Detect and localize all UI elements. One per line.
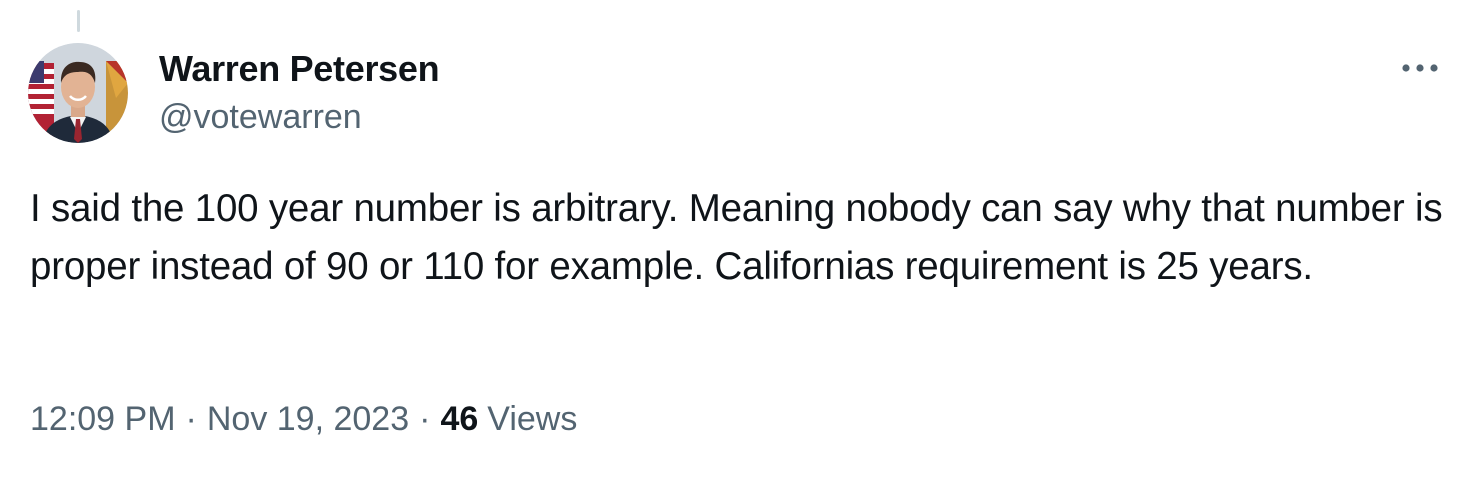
more-horizontal-icon (1402, 64, 1438, 72)
profile-photo (28, 43, 128, 143)
more-options-button[interactable] (1395, 56, 1445, 80)
separator-dot: · (419, 400, 431, 438)
author-name[interactable]: Warren Petersen (159, 48, 440, 90)
tweet-date[interactable]: Nov 19, 2023 (207, 400, 409, 439)
views-count: 46 (440, 400, 479, 438)
views-label: Views (487, 400, 578, 438)
separator-dot: · (185, 400, 197, 438)
tweet-text: I said the 100 year number is arbitrary.… (30, 187, 1443, 288)
tweet-metadata: 12:09 PM · Nov 19, 2023 · 46 Views (30, 400, 577, 439)
thread-connector-line (77, 10, 80, 32)
avatar[interactable] (28, 43, 128, 143)
author-handle[interactable]: @votewarren (159, 98, 362, 137)
tweet-time[interactable]: 12:09 PM (30, 400, 176, 439)
